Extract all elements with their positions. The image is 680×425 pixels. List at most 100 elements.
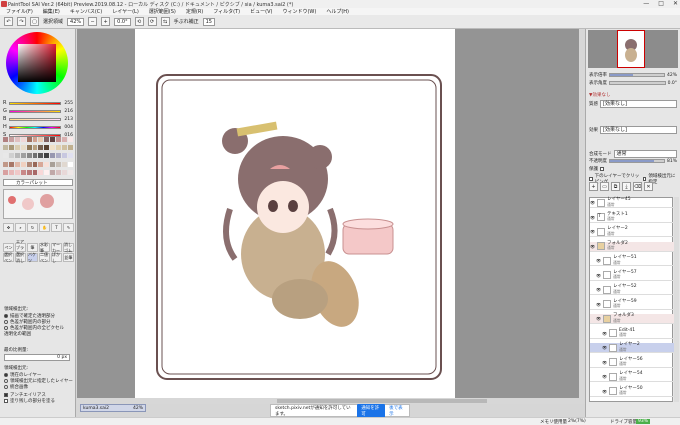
zoom-tool-icon[interactable]: ⌕	[15, 223, 26, 232]
color-swatch[interactable]	[56, 137, 62, 142]
brush-select-eraser[interactable]: 選択消し	[15, 252, 26, 263]
brush-select-pen[interactable]: 選択ペン	[3, 252, 14, 263]
undo-icon[interactable]: ↶	[4, 17, 13, 26]
color-swatch[interactable]	[14, 169, 20, 175]
layer-row[interactable]: 👁 Edit-41 通常	[590, 328, 674, 339]
color-swatch[interactable]	[38, 161, 44, 167]
color-swatch[interactable]	[20, 137, 26, 142]
color-swatch[interactable]	[8, 153, 14, 159]
checkbox-icon[interactable]	[4, 393, 8, 397]
texture-row[interactable]: 質感 [効果なし]	[589, 100, 677, 108]
visibility-eye-icon[interactable]: 👁	[602, 345, 607, 350]
layer-row[interactable]: 👁 レイヤー45 通常	[590, 197, 674, 208]
spread-field[interactable]: 0 px	[4, 354, 70, 361]
new-layer-icon[interactable]: +	[589, 182, 598, 191]
layer-row[interactable]: 👁 レイヤー2 通常	[590, 226, 674, 237]
menu-window[interactable]: ウィンドウ(W)	[282, 8, 316, 15]
color-swatch[interactable]	[62, 161, 68, 167]
layer-scrollbar[interactable]	[674, 197, 679, 402]
layer-list[interactable]: 👁 レイヤー45 通常 👁 T テキスト1 通常 👁 レイヤー2 通常 👁 フォルダ2 通常 👁 レイヤー5…	[589, 197, 674, 402]
layer-row[interactable]: 👁 レイヤー59 通常	[590, 299, 674, 310]
color-swatch[interactable]	[50, 153, 56, 159]
blend-color-swatch[interactable]	[40, 194, 54, 208]
color-swatch[interactable]	[32, 137, 38, 142]
aa-extra-option[interactable]: 塗り残しの部分を塗る	[4, 398, 55, 404]
maximize-button[interactable]: □	[658, 0, 664, 7]
slider-bar[interactable]	[9, 109, 61, 113]
color-swatch[interactable]	[38, 145, 44, 151]
effect-select[interactable]: [効果なし]	[600, 126, 677, 134]
color-swatch[interactable]	[26, 153, 32, 159]
stabilizer-field[interactable]: 15	[202, 17, 215, 26]
color-swatch[interactable]	[56, 169, 62, 175]
visibility-eye-icon[interactable]: 👁	[590, 229, 595, 234]
zoom-out-icon[interactable]: −	[88, 17, 98, 26]
color-swatch[interactable]	[20, 161, 26, 167]
redo-icon[interactable]: ↷	[17, 17, 26, 26]
visibility-eye-icon[interactable]: 👁	[590, 215, 595, 220]
color-swatch[interactable]	[14, 161, 20, 167]
color-swatch[interactable]	[26, 145, 32, 151]
layer-row[interactable]: 👁 レイヤー57 通常	[590, 270, 674, 281]
color-swatch[interactable]	[32, 145, 38, 151]
color-swatch[interactable]	[14, 145, 20, 151]
visibility-eye-icon[interactable]: 👁	[596, 273, 601, 278]
checkbox-icon[interactable]	[589, 177, 593, 181]
slider-bar[interactable]	[9, 125, 61, 129]
layer-row[interactable]: 👁 フォルダ2 通常	[590, 241, 674, 252]
menu-view[interactable]: ビュー(V)	[250, 8, 272, 15]
text-tool-icon[interactable]: T	[51, 223, 62, 232]
visibility-eye-icon[interactable]: 👁	[596, 258, 601, 263]
radio-icon[interactable]	[4, 320, 8, 324]
color-swatch[interactable]	[8, 169, 14, 175]
color-swatch[interactable]	[44, 145, 50, 151]
visibility-eye-icon[interactable]: 👁	[602, 374, 607, 379]
later-link[interactable]: 後で表示	[389, 405, 405, 417]
color-swatch[interactable]	[62, 137, 68, 142]
rotate-tool-icon[interactable]: ↻	[27, 223, 38, 232]
color-swatch[interactable]	[3, 169, 8, 175]
copy-layer-icon[interactable]: ⧉	[611, 182, 620, 191]
palette-mode-select[interactable]: カラーパレット	[3, 179, 73, 186]
visibility-eye-icon[interactable]: 👁	[602, 360, 607, 365]
target-option-3[interactable]: 統合画像	[4, 384, 28, 390]
color-swatch[interactable]	[26, 161, 32, 167]
rotate-left-icon[interactable]: ⟲	[134, 17, 144, 26]
slider-r[interactable]: R 255	[3, 99, 73, 107]
color-swatch[interactable]	[20, 145, 26, 151]
color-swatch[interactable]	[50, 161, 56, 167]
clear-layer-icon[interactable]: ⌫	[633, 182, 642, 191]
nav-zoom-row[interactable]: 表示倍率 42%	[589, 72, 677, 79]
nav-angle-row[interactable]: 表示角度 0.0°	[589, 80, 677, 87]
delete-layer-icon[interactable]: ✕	[644, 182, 653, 191]
color-swatch[interactable]	[56, 145, 62, 151]
color-swatch[interactable]	[68, 161, 73, 167]
radio-icon[interactable]	[4, 385, 8, 389]
opacity-row[interactable]: 不透明度 81%	[589, 158, 677, 165]
slider-b[interactable]: B 213	[3, 115, 73, 123]
radio-icon[interactable]	[4, 314, 8, 318]
checkbox-icon[interactable]	[4, 399, 8, 403]
paper[interactable]	[135, 29, 455, 403]
color-swatch[interactable]	[62, 169, 68, 175]
color-swatch[interactable]	[3, 145, 8, 151]
move-tool-icon[interactable]: ✥	[3, 223, 14, 232]
slider-h[interactable]: H 004	[3, 123, 73, 131]
opacity-bar[interactable]	[609, 159, 665, 163]
color-swatch[interactable]	[8, 145, 14, 151]
color-swatch[interactable]	[20, 153, 26, 159]
allow-notification-button[interactable]: 通知を許可	[357, 403, 386, 418]
layer-row[interactable]: 👁 レイヤー54 通常	[590, 371, 674, 382]
color-swatch[interactable]	[8, 137, 14, 142]
scroll-thumb[interactable]	[277, 399, 487, 403]
hand-tool-icon[interactable]: ✋	[39, 223, 50, 232]
color-swatch[interactable]	[26, 169, 32, 175]
lock-icon[interactable]	[600, 167, 604, 171]
color-swatch[interactable]	[14, 137, 20, 142]
color-swatch[interactable]	[56, 161, 62, 167]
color-swatch[interactable]	[38, 137, 44, 142]
zoom-in-icon[interactable]: +	[101, 17, 111, 26]
close-button[interactable]: ✕	[673, 0, 678, 7]
visibility-eye-icon[interactable]: 👁	[596, 287, 601, 292]
visibility-eye-icon[interactable]: 👁	[596, 316, 601, 321]
